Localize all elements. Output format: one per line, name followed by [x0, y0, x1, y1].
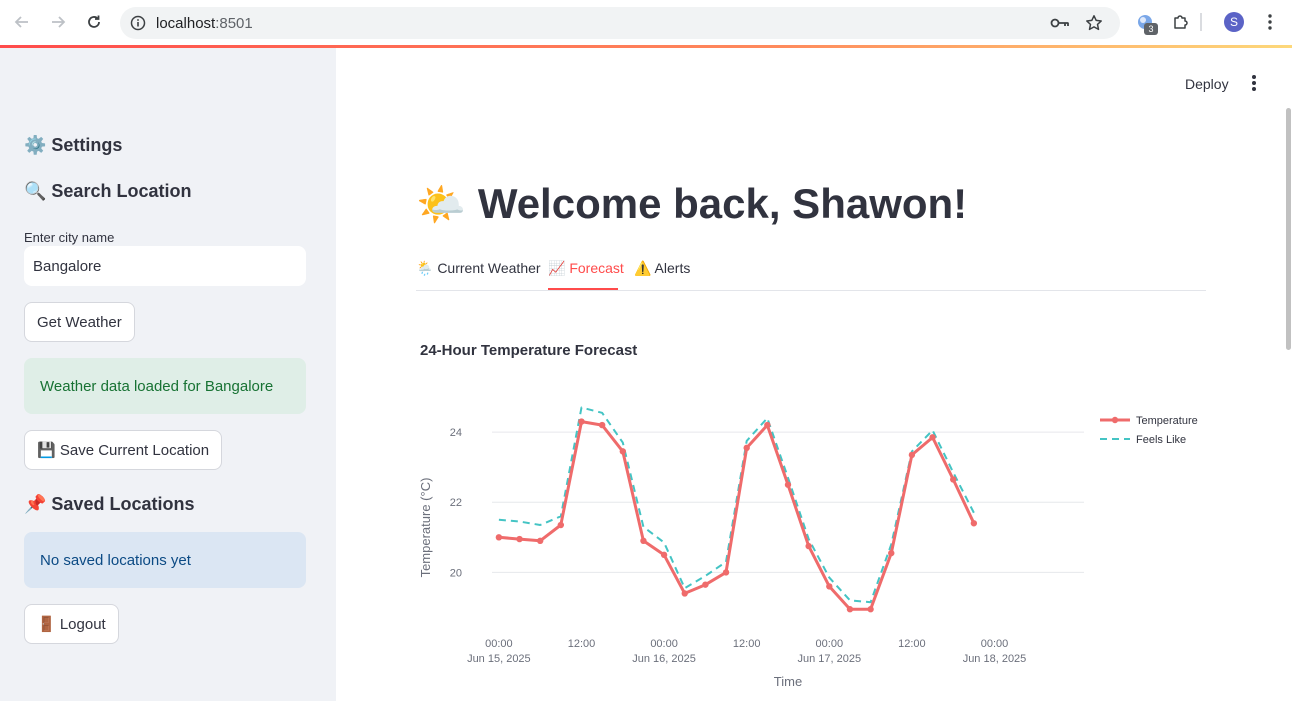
forward-icon[interactable]	[46, 10, 70, 34]
saved-empty-info: No saved locations yet	[24, 532, 306, 588]
page-title-text: Welcome back, Shawon!	[477, 180, 968, 227]
bookmark-star-icon[interactable]	[1085, 14, 1103, 37]
temperature-point	[557, 521, 565, 529]
active-tab-indicator	[548, 288, 618, 290]
temperature-point	[826, 583, 833, 590]
page-title: 🌤️ Welcome back, Shawon!	[416, 180, 967, 228]
reload-icon[interactable]	[82, 10, 106, 34]
y-tick-label: 22	[450, 497, 462, 509]
extensions-puzzle-icon[interactable]	[1170, 11, 1192, 33]
url-text: localhost:8501	[156, 15, 253, 32]
tab-forecast[interactable]: 📈 Forecast	[548, 260, 624, 277]
password-key-icon[interactable]	[1050, 15, 1070, 36]
temperature-point	[764, 421, 771, 429]
x-tick-label: 12:00	[568, 638, 596, 650]
x-tick-date-label: Jun 18, 2025	[963, 653, 1027, 665]
temperature-point	[722, 569, 730, 576]
tab-bar: 🌦️ Current Weather 📈 Forecast ⚠️ Alerts	[416, 258, 1206, 291]
city-name-input[interactable]	[24, 246, 306, 286]
extension-badge: 3	[1144, 23, 1158, 35]
x-tick-label: 00:00	[485, 638, 513, 650]
temperature-point	[536, 537, 544, 545]
temperature-point	[888, 549, 895, 557]
app-menu-icon[interactable]	[1248, 74, 1260, 94]
temperature-point	[578, 418, 585, 425]
temperature-point	[908, 451, 916, 459]
temperature-point	[495, 534, 503, 541]
x-tick-label: 00:00	[650, 638, 678, 650]
temperature-point	[950, 476, 957, 483]
legend-label: Temperature	[1136, 415, 1198, 427]
tab-current-weather[interactable]: 🌦️ Current Weather	[416, 260, 541, 277]
temperature-point	[702, 581, 709, 588]
save-location-button[interactable]: 💾 Save Current Location	[24, 430, 223, 470]
city-field-label: Enter city name	[24, 230, 115, 245]
x-tick-date-label: Jun 16, 2025	[632, 653, 696, 665]
temperature-point	[598, 421, 606, 429]
temperature-point	[805, 542, 812, 550]
tab-alerts[interactable]: ⚠️ Alerts	[634, 260, 690, 277]
settings-heading: ⚙️ Settings	[24, 135, 123, 155]
temperature-point	[660, 551, 668, 559]
browser-toolbar: localhost:8501 3 S	[0, 0, 1292, 45]
legend-label: Feels Like	[1136, 434, 1186, 446]
deploy-button[interactable]: Deploy	[1185, 76, 1229, 92]
page-scrollbar[interactable]	[1286, 108, 1291, 350]
back-icon[interactable]	[10, 10, 34, 34]
url-port: :8501	[215, 14, 253, 32]
url-host: localhost	[156, 14, 216, 32]
y-axis-title: Temperature (°C)	[418, 478, 433, 578]
x-tick-label: 00:00	[981, 638, 1009, 650]
x-tick-label: 12:00	[898, 638, 926, 650]
chart-title: 24-Hour Temperature Forecast	[420, 342, 638, 359]
temperature-point	[516, 535, 523, 543]
legend-marker	[1111, 416, 1119, 424]
sun-cloud-icon: 🌤️	[416, 182, 466, 227]
y-tick-label: 24	[450, 427, 462, 439]
temperature-point	[681, 590, 688, 597]
temperature-point	[929, 434, 936, 441]
temperature-point	[867, 606, 874, 613]
temperature-point	[846, 606, 854, 613]
search-location-heading: 🔍 Search Location	[24, 181, 192, 201]
x-tick-date-label: Jun 17, 2025	[797, 653, 861, 665]
get-weather-button[interactable]: Get Weather	[24, 302, 135, 342]
temperature-series-line	[498, 420, 976, 611]
forecast-chart: 20 22 24 00:00 Jun 15, 2025 12:00 00:00 Jun 16,…	[418, 406, 1198, 689]
temperature-point	[784, 481, 792, 488]
address-bar[interactable]: localhost:8501	[120, 7, 1120, 39]
y-tick-label: 20	[450, 567, 462, 579]
logout-button[interactable]: 🚪 Logout	[24, 604, 119, 644]
temperature-point	[970, 520, 978, 527]
temperature-point	[743, 444, 750, 452]
profile-avatar[interactable]: S	[1224, 12, 1244, 32]
temperature-point	[619, 448, 626, 455]
sidebar: ⚙️ Settings 🔍 Search Location Enter city…	[0, 48, 336, 701]
browser-menu-icon[interactable]	[1259, 11, 1281, 33]
success-alert: Weather data loaded for Bangalore	[24, 358, 306, 414]
site-info-icon[interactable]	[130, 15, 146, 31]
x-tick-label: 00:00	[816, 638, 844, 650]
toolbar-divider	[1200, 13, 1202, 31]
x-axis-title: Time	[774, 674, 802, 689]
saved-locations-heading: 📌 Saved Locations	[24, 494, 195, 514]
temperature-point	[640, 537, 647, 545]
x-tick-label: 12:00	[733, 638, 761, 650]
x-tick-date-label: Jun 15, 2025	[467, 653, 531, 665]
